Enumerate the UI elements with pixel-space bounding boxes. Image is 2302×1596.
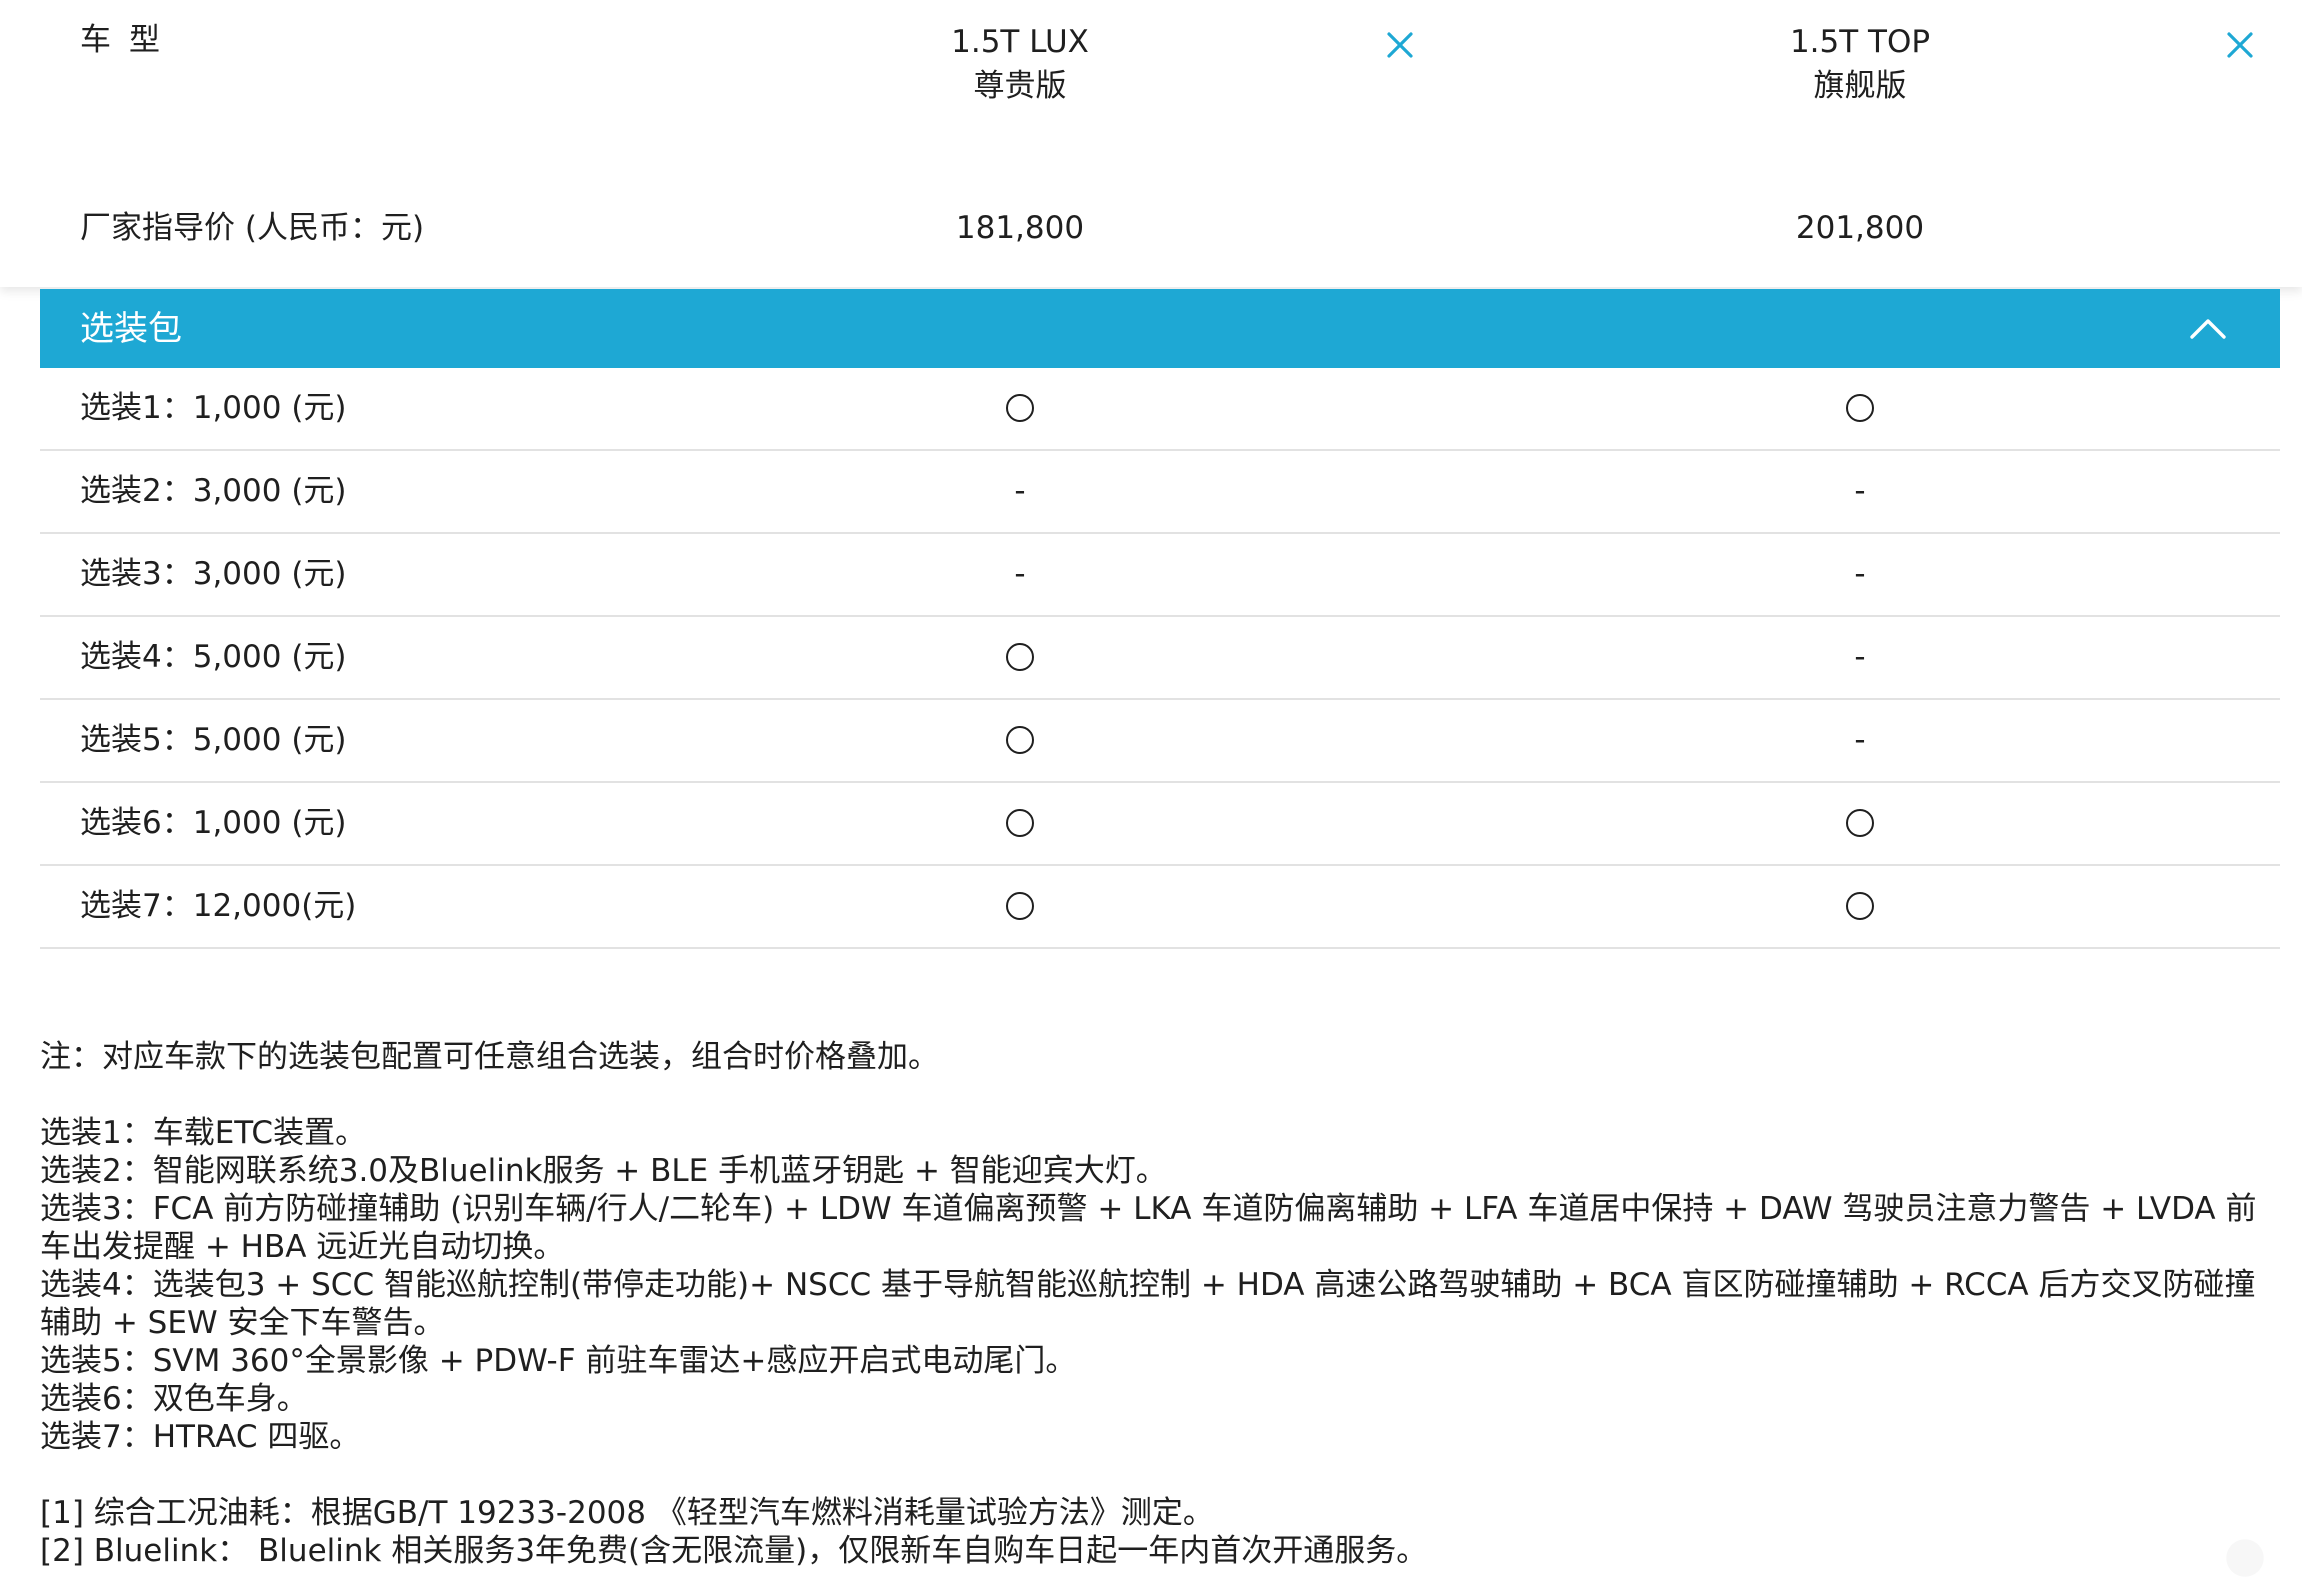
option-cell: - [1014, 473, 1026, 509]
available-circle-icon [1846, 891, 1874, 920]
option-note-6: 选装6：双色车身。 [40, 1381, 308, 1417]
option-package-section-header[interactable]: 选装包 [40, 289, 2280, 368]
available-circle-icon [1006, 725, 1034, 754]
remove-car-2-button[interactable] [2223, 28, 2257, 62]
car-edition-2: 旗舰版 [1813, 68, 1907, 104]
price-label: 厂家指导价 (人民币：元) [80, 210, 425, 246]
car-column-1: 1.5T LUX 尊贵版 [820, 20, 1220, 108]
chevron-up-icon[interactable] [2188, 311, 2228, 345]
option-label: 选装2：3,000 (元) [80, 473, 347, 509]
car-trim-1: 1.5T LUX [951, 24, 1089, 60]
car-edition-1: 尊贵版 [973, 68, 1067, 104]
option-label: 选装6：1,000 (元) [80, 805, 347, 841]
car-column-2: 1.5T TOP 旗舰版 [1660, 20, 2060, 108]
option-cell: - [1014, 556, 1026, 592]
watermark-logo [2210, 1528, 2280, 1588]
option-cell: - [1854, 722, 1866, 758]
car-trim-2: 1.5T TOP [1789, 24, 1931, 60]
table-row: 选装2：3,000 (元) - - [40, 451, 2280, 534]
option-note-7: 选装7：HTRAC 四驱。 [40, 1419, 361, 1455]
option-table: 选装1：1,000 (元) 选装2：3,000 (元) - - 选装3：3,00… [40, 368, 2280, 949]
footnote-2: [2] Bluelink： Bluelink 相关服务3年免费(含无限流量)，仅… [40, 1533, 1428, 1569]
available-circle-icon [1006, 808, 1034, 837]
option-note-4: 选装4：选装包3 + SCC 智能巡航控制(带停走功能)+ NSCC 基于导航智… [40, 1267, 2256, 1341]
available-circle-icon [1846, 393, 1874, 422]
close-icon [1387, 32, 1413, 58]
option-note-3: 选装3：FCA 前方防碰撞辅助 (识别车辆/行人/二轮车) + LDW 车道偏离… [40, 1191, 2257, 1265]
table-row: 选装6：1,000 (元) [40, 783, 2280, 866]
table-row: 选装3：3,000 (元) - - [40, 534, 2280, 617]
option-cell: - [1854, 639, 1866, 675]
option-cell [1660, 388, 2060, 428]
option-cell: - [1854, 556, 1866, 592]
option-cell [820, 637, 1220, 677]
option-cell [820, 886, 1220, 926]
option-cell [820, 803, 1220, 843]
model-label: 车型 [80, 22, 178, 58]
car-price-2: 201,800 [1795, 210, 1925, 246]
option-label: 选装3：3,000 (元) [80, 556, 347, 592]
car-price-1: 181,800 [955, 210, 1085, 246]
compare-header: 车型 1.5T LUX 尊贵版 1.5T TOP 旗舰版 厂家指导价 (人民币：… [0, 0, 2302, 287]
option-label: 选装1：1,000 (元) [80, 390, 347, 426]
table-row: 选装4：5,000 (元) - [40, 617, 2280, 700]
available-circle-icon [1006, 393, 1034, 422]
table-row: 选装5：5,000 (元) - [40, 700, 2280, 783]
available-circle-icon [1006, 891, 1034, 920]
option-note-1: 选装1：车载ETC装置。 [40, 1115, 367, 1151]
notes-section: 注：对应车款下的选装包配置可任意组合选装，组合时价格叠加。 选装1：车载ETC装… [40, 1038, 2280, 1570]
option-cell [820, 720, 1220, 760]
option-label: 选装5：5,000 (元) [80, 722, 347, 758]
available-circle-icon [1846, 808, 1874, 837]
available-circle-icon [1006, 642, 1034, 671]
section-title: 选装包 [80, 309, 182, 349]
option-cell [820, 388, 1220, 428]
option-cell [1660, 803, 2060, 843]
notes-intro: 注：对应车款下的选装包配置可任意组合选装，组合时价格叠加。 [40, 1039, 939, 1075]
option-cell: - [1854, 473, 1866, 509]
option-label: 选装4：5,000 (元) [80, 639, 347, 675]
option-note-2: 选装2：智能网联系统3.0及Bluelink服务 + BLE 手机蓝牙钥匙 + … [40, 1153, 1167, 1189]
option-label: 选装7：12,000(元) [80, 888, 357, 924]
option-cell [1660, 886, 2060, 926]
table-row: 选装1：1,000 (元) [40, 368, 2280, 451]
table-row: 选装7：12,000(元) [40, 866, 2280, 949]
footnote-1: [1] 综合工况油耗：根据GB/T 19233-2008 《轻型汽车燃料消耗量试… [40, 1495, 1214, 1531]
option-note-5: 选装5：SVM 360°全景影像 + PDW-F 前驻车雷达+感应开启式电动尾门… [40, 1343, 1077, 1379]
close-icon [2227, 32, 2253, 58]
remove-car-1-button[interactable] [1383, 28, 1417, 62]
